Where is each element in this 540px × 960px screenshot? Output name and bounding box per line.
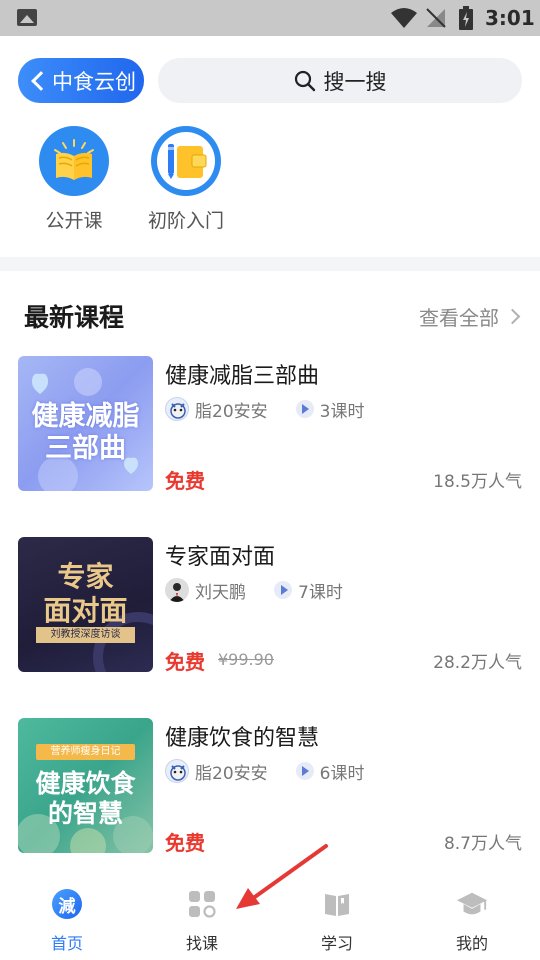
course-thumbnail: 健康减脂 三部曲: [18, 356, 153, 491]
category-label: 公开课: [45, 210, 103, 232]
course-author: 脂20安安: [195, 401, 268, 422]
back-label: 中食云创: [52, 69, 136, 94]
course-popularity: 28.2万人气: [433, 653, 522, 673]
course-card[interactable]: 专家 面对面 刘教授深度访谈 专家面对面 刘天鹏 7课时 免费 ¥99.90 2…: [18, 537, 522, 674]
view-all-label: 查看全部: [419, 306, 499, 330]
clock: 3:01: [485, 6, 535, 30]
lesson-count-label: 7课时: [298, 582, 343, 603]
play-icon: [295, 762, 314, 780]
thumb-title-line: 面对面: [43, 594, 128, 627]
tab-label: 找课: [185, 934, 218, 953]
lesson-count-label: 6课时: [319, 763, 365, 784]
course-card[interactable]: 健康减脂 三部曲 健康减脂三部曲 脂20安安 3课时 免费 18.5万人气: [18, 356, 522, 493]
section-divider: [0, 257, 540, 271]
book-icon: [321, 888, 353, 920]
course-author: 刘天鹏: [195, 582, 246, 603]
view-all-link[interactable]: 查看全部: [419, 302, 521, 331]
course-meta: 脂20安安 6课时: [165, 759, 365, 784]
original-price: ¥99.90: [218, 650, 274, 669]
search-label: 搜一搜: [323, 69, 387, 94]
thumb-subtitle: 刘教授深度访谈: [36, 627, 135, 643]
avatar: [165, 397, 189, 421]
open-book-icon: [39, 126, 109, 196]
home-logo-icon: 減: [51, 888, 83, 920]
tab-label: 我的: [455, 934, 488, 953]
course-author: 脂20安安: [195, 763, 268, 784]
category-beginner[interactable]: 初阶入门: [141, 126, 231, 233]
chevron-left-icon: [31, 70, 51, 91]
course-card[interactable]: 营养师瘦身日记 健康饮食 的智慧 健康饮食的智慧 脂20安安 6课时 免费 8.…: [18, 718, 522, 855]
play-icon: [295, 400, 314, 418]
section-title: 最新课程: [20, 298, 138, 340]
bottom-tab-bar: 減 首页 找课 学习 我的: [0, 870, 540, 960]
course-popularity: 18.5万人气: [433, 472, 522, 492]
course-popularity: 8.7万人气: [443, 834, 522, 854]
avatar: [165, 759, 189, 783]
tab-label: 首页: [50, 934, 83, 953]
battery-icon: [459, 6, 473, 30]
gallery-icon: [17, 9, 37, 26]
no-sim-icon: [426, 8, 446, 28]
course-price: 免费: [165, 469, 205, 493]
tab-home[interactable]: 減 首页: [17, 888, 117, 954]
lesson-count: 6课时: [295, 759, 365, 784]
section-title-text: 最新课程: [24, 303, 125, 332]
tab-mine[interactable]: 我的: [422, 888, 522, 954]
back-button[interactable]: 中食云创: [18, 58, 144, 103]
notebook-pencil-icon: [151, 126, 221, 196]
course-title: 健康减脂三部曲: [165, 364, 320, 389]
thumb-subtitle: 营养师瘦身日记: [36, 744, 135, 760]
graduation-cap-icon: [456, 888, 488, 920]
avatar: [165, 578, 189, 602]
course-thumbnail: 营养师瘦身日记 健康饮食 的智慧: [18, 718, 153, 853]
tab-study[interactable]: 学习: [287, 888, 387, 954]
chevron-right-icon: [504, 308, 521, 325]
tab-label: 学习: [320, 934, 353, 953]
home-logo-text: 減: [52, 889, 82, 919]
category-open-course[interactable]: 公开课: [29, 126, 119, 233]
course-meta: 刘天鹏 7课时: [165, 578, 343, 603]
wifi-icon: [391, 8, 417, 28]
play-icon: [274, 581, 292, 599]
course-thumbnail: 专家 面对面 刘教授深度访谈: [18, 537, 153, 672]
category-label: 初阶入门: [147, 210, 224, 232]
course-price: 免费: [165, 831, 205, 855]
course-title: 专家面对面: [165, 545, 276, 570]
thumb-title-line: 三部曲: [45, 433, 126, 464]
course-meta: 脂20安安 3课时: [165, 397, 365, 422]
tab-find-course[interactable]: 找课: [152, 888, 252, 954]
course-price: 免费: [165, 650, 205, 674]
lesson-count: 7课时: [274, 578, 343, 603]
search-box[interactable]: 搜一搜: [158, 58, 522, 103]
course-title: 健康饮食的智慧: [165, 726, 320, 751]
grid-icon: [186, 888, 218, 920]
lesson-count: 3课时: [295, 397, 365, 422]
thumb-title-line: 的智慧: [47, 799, 123, 828]
status-bar: 3:01: [0, 0, 540, 36]
lesson-count-label: 3课时: [319, 401, 365, 422]
search-icon: [294, 70, 315, 91]
